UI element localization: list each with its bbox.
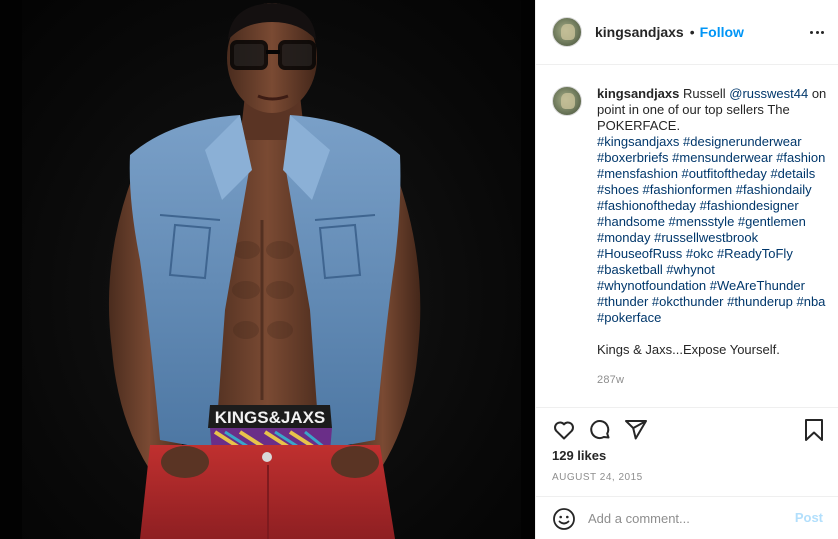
caption-username[interactable]: kingsandjaxs	[597, 86, 679, 101]
caption-avatar[interactable]	[552, 86, 582, 116]
caption-timestamp[interactable]: 287w	[597, 372, 827, 388]
caption-text: kingsandjaxs Russell @russwest44 on poin…	[597, 86, 827, 388]
avatar[interactable]	[552, 17, 582, 47]
caption-hashtags[interactable]: #kingsandjaxs #designerunderwear #boxerb…	[597, 134, 827, 326]
share-icon[interactable]	[624, 418, 648, 442]
bookmark-icon[interactable]	[802, 418, 826, 442]
heart-icon[interactable]	[552, 418, 576, 442]
post-actions: 129 likes August 24, 2015 Post	[536, 407, 838, 539]
post-comment-button[interactable]: Post	[795, 510, 823, 525]
caption-mention-link[interactable]: @russwest44	[729, 86, 808, 101]
comment-input[interactable]	[588, 508, 778, 529]
post-date[interactable]: August 24, 2015	[552, 472, 643, 483]
header-separator-dot: •	[689, 24, 695, 40]
post-header: kingsandjaxs • Follow	[536, 0, 838, 65]
post-side-panel: kingsandjaxs • Follow kingsandjaxs Russe…	[535, 0, 838, 539]
follow-button[interactable]: Follow	[700, 24, 744, 40]
caption-intro: Russell	[683, 86, 726, 101]
comment-icon[interactable]	[588, 418, 612, 442]
caption-tagline: Kings & Jaxs...Expose Yourself.	[597, 342, 780, 357]
emoji-icon[interactable]	[552, 507, 576, 531]
action-icons-row	[552, 418, 826, 444]
waistband-logo-text: KINGS&JAXS	[215, 408, 326, 427]
post-photo[interactable]: KINGS&JAXS	[0, 0, 535, 539]
caption: kingsandjaxs Russell @russwest44 on poin…	[552, 86, 832, 388]
comment-bar: Post	[536, 496, 838, 539]
model-illustration: KINGS&JAXS	[108, 3, 421, 539]
more-options-icon[interactable]	[809, 24, 825, 40]
likes-count[interactable]: 129 likes	[552, 448, 606, 463]
header-username[interactable]: kingsandjaxs	[595, 24, 684, 40]
